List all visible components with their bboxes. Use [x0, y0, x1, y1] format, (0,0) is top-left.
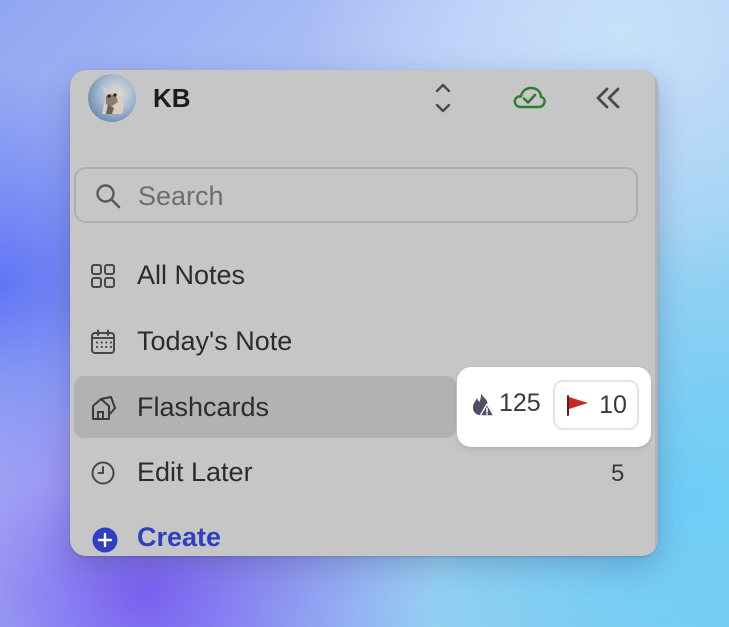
streak-counter[interactable]: 125 — [471, 389, 541, 418]
avatar[interactable] — [88, 74, 136, 122]
sidebar-item-edit-later[interactable]: Edit Later 5 — [74, 441, 638, 503]
flashcard-stats: 125 10 — [457, 367, 651, 447]
create-label: Create — [137, 522, 222, 552]
edit-later-count: 5 — [611, 460, 625, 487]
sync-status-button[interactable] — [511, 80, 547, 116]
sidebar-header: KB — [70, 70, 658, 128]
double-chevron-left-icon — [596, 87, 620, 109]
grid-icon — [89, 262, 117, 290]
create-button[interactable]: Create — [74, 516, 374, 556]
workspace-name[interactable]: KB — [153, 83, 191, 114]
flame-warning-icon — [473, 392, 495, 417]
flag-count: 10 — [599, 390, 627, 419]
sidebar-item-label: Flashcards — [137, 392, 270, 422]
workspace-switcher-button[interactable] — [425, 80, 461, 116]
sidebar-item-label: Edit Later — [137, 457, 253, 487]
cloud-check-icon — [513, 86, 546, 109]
streak-count: 125 — [499, 389, 541, 417]
chevron-up-down-icon — [435, 83, 451, 113]
sidebar-item-label: Today's Note — [137, 326, 293, 356]
plus-circle-icon — [92, 527, 118, 556]
sidebar-item-all-notes[interactable]: All Notes — [74, 244, 456, 306]
calendar-icon — [89, 328, 117, 356]
sidebar-item-label: All Notes — [137, 260, 246, 290]
clock-icon — [89, 459, 117, 487]
sidebar-item-todays-note[interactable]: Today's Note — [74, 310, 456, 372]
sidebar-item-flashcards[interactable]: Flashcards — [74, 376, 456, 438]
flag-icon — [567, 395, 589, 416]
search-box[interactable] — [74, 167, 638, 223]
cat-avatar-icon — [102, 84, 124, 114]
sidebar-panel: KB Search All Notes Today's Note Flashca… — [70, 70, 658, 556]
collapse-sidebar-button[interactable] — [590, 80, 626, 116]
search-icon — [94, 182, 122, 215]
flagged-cards-badge[interactable]: 10 — [553, 380, 639, 430]
cards-icon — [89, 394, 117, 422]
search-input[interactable] — [136, 177, 620, 215]
